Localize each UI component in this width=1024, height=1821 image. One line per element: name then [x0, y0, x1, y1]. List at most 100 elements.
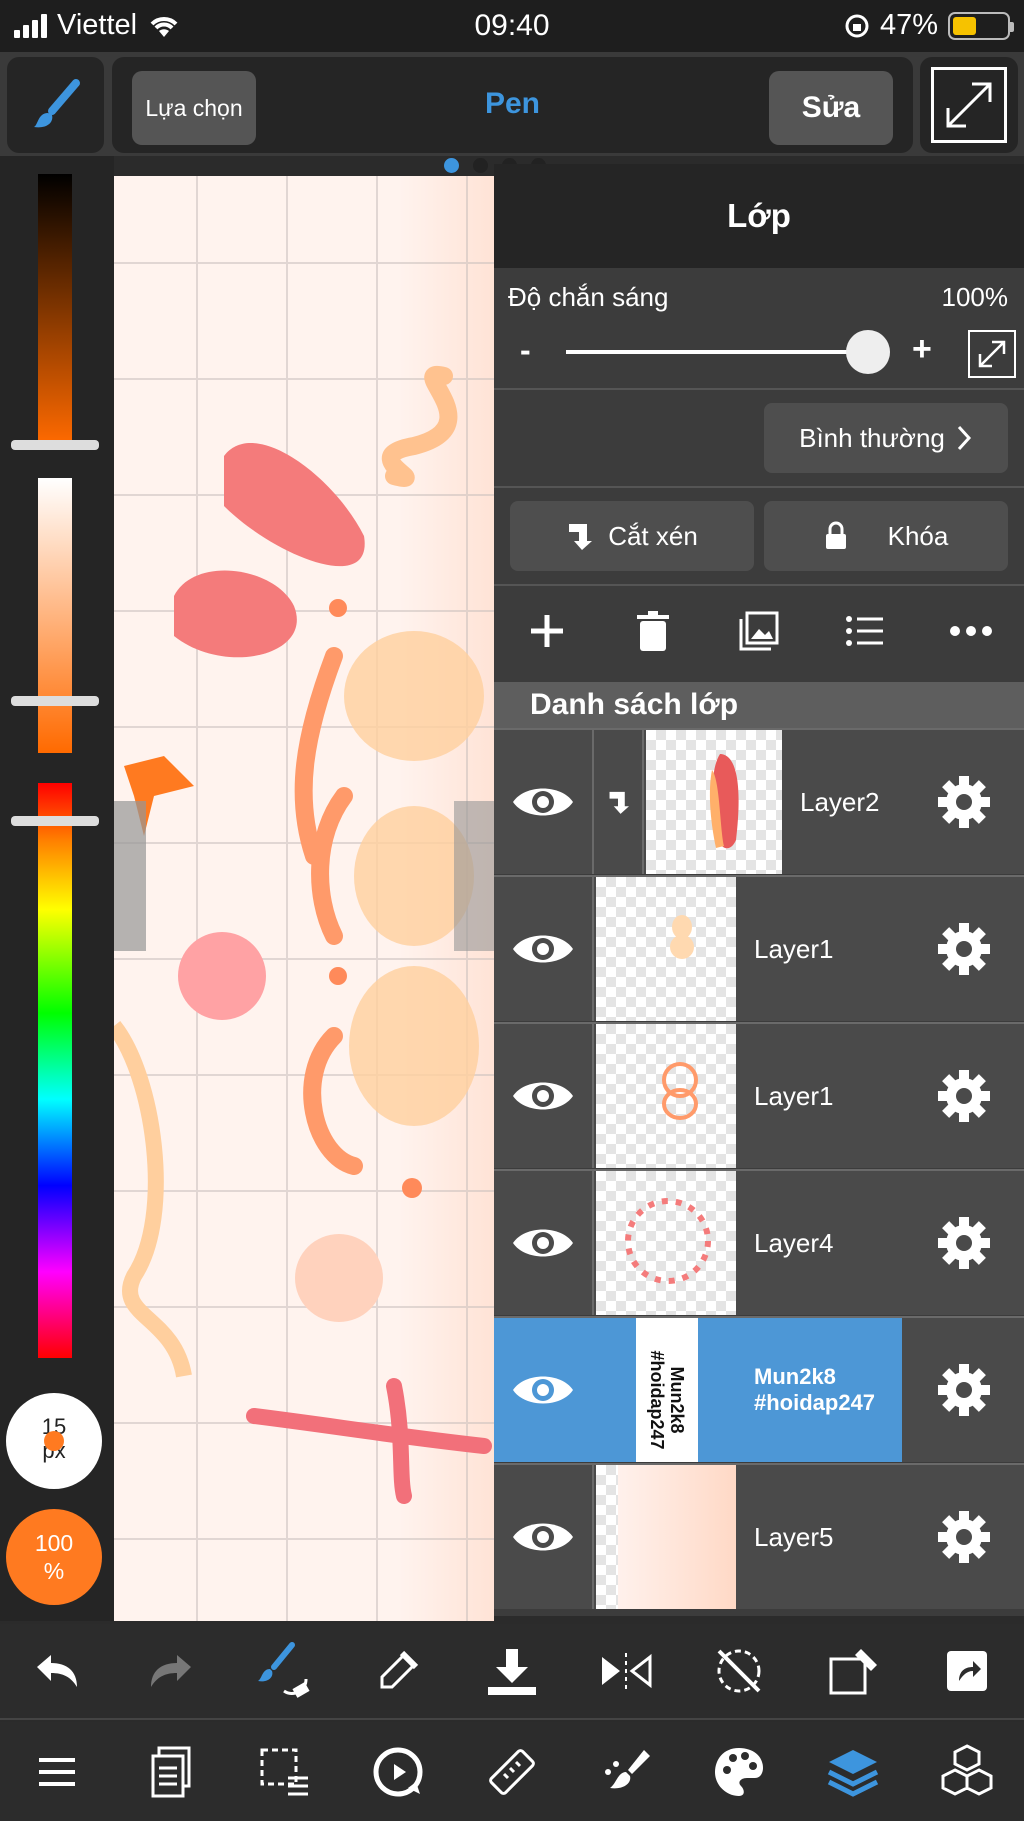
drawing-canvas[interactable] [114, 176, 494, 1621]
layer-settings-button[interactable] [934, 1213, 994, 1273]
undo-button[interactable] [25, 1639, 89, 1703]
layer-visibility-toggle[interactable] [494, 1024, 594, 1168]
chevron-right-icon [957, 425, 971, 451]
selection-button[interactable] [252, 1740, 316, 1804]
layer-visibility-toggle[interactable] [494, 877, 594, 1021]
layer-row[interactable]: Layer5 [494, 1463, 1024, 1609]
eye-icon [513, 1229, 573, 1257]
layer-name: Layer4 [754, 1227, 834, 1258]
gear-icon [938, 1217, 990, 1269]
layer-thumbnail [646, 730, 782, 874]
brightness-slider[interactable] [38, 174, 72, 444]
brush-opacity-button[interactable]: 100 % [6, 1509, 102, 1605]
menu-button[interactable] [25, 1740, 89, 1804]
brush-size-button[interactable]: 15 px [6, 1393, 102, 1489]
more-icon [950, 626, 992, 636]
transform-tool-button[interactable] [366, 1740, 430, 1804]
snap-off-icon [717, 1649, 761, 1693]
battery-percent: 47% [879, 9, 938, 41]
battery-icon [948, 11, 1014, 40]
layer-name: Mun2k8 #hoidap247 [754, 1318, 890, 1462]
layers-panel: Lớp Độ chắn sáng 100% - + Bình thường Cắ… [494, 164, 1024, 1616]
opacity-slider-knob[interactable] [846, 330, 890, 374]
layer-list-button[interactable] [840, 606, 890, 656]
pages-icon [151, 1746, 191, 1797]
layer-settings-button[interactable] [934, 919, 994, 979]
layers-button[interactable] [821, 1740, 885, 1804]
expand-icon[interactable] [968, 330, 1016, 378]
lock-label: Khóa [887, 520, 949, 551]
more-options-button[interactable] [946, 606, 996, 656]
ruler-button[interactable] [480, 1740, 544, 1804]
trash-icon [637, 611, 669, 651]
share-icon [947, 1651, 987, 1691]
saturation-handle[interactable] [11, 696, 99, 706]
layer-settings-button[interactable] [934, 1066, 994, 1126]
plus-icon [531, 615, 563, 647]
layer-visibility-toggle[interactable] [494, 1171, 594, 1315]
layer-row[interactable]: Layer4 [494, 1169, 1024, 1315]
canvas-scroll-handle-left[interactable] [114, 801, 146, 951]
saturation-slider[interactable] [38, 478, 72, 753]
rotate-icon [373, 1747, 423, 1796]
flip-button[interactable] [594, 1639, 658, 1703]
layer-actions-row [494, 586, 1024, 676]
lock-button[interactable]: Khóa [764, 501, 1008, 571]
layer-visibility-toggle[interactable] [494, 1465, 594, 1609]
layer-visibility-toggle[interactable] [494, 730, 594, 874]
color-palette-button[interactable] [707, 1740, 771, 1804]
blend-mode-button[interactable]: Bình thường [764, 403, 1008, 473]
brush-opacity-unit: % [43, 1558, 65, 1584]
orientation-lock-icon [845, 14, 869, 37]
snap-off-button[interactable] [707, 1639, 771, 1703]
hue-handle[interactable] [11, 816, 99, 826]
canvas-scroll-handle-right[interactable] [454, 801, 494, 951]
transform-button[interactable] [821, 1639, 885, 1703]
add-layer-button[interactable] [522, 606, 572, 656]
layer-list-title: Danh sách lớp [494, 682, 1024, 728]
layer-row[interactable]: Layer1 [494, 1022, 1024, 1168]
layer-settings-button[interactable] [934, 772, 994, 832]
tool-options-panel: Lựa chọn Pen Sửa [112, 57, 913, 153]
layer-settings-button[interactable] [934, 1507, 994, 1567]
brush-material-icon [604, 1749, 650, 1788]
edit-button[interactable]: Sửa [769, 71, 893, 145]
eyedropper-button[interactable] [366, 1639, 430, 1703]
pages-button[interactable] [139, 1740, 203, 1804]
hamburger-icon [38, 1757, 75, 1786]
ruler-icon [489, 1748, 535, 1795]
brush-icon [33, 79, 80, 128]
fullscreen-button[interactable] [920, 57, 1018, 153]
hue-slider[interactable] [38, 783, 72, 1358]
delete-layer-button[interactable] [628, 606, 678, 656]
share-button[interactable] [935, 1639, 999, 1703]
layers-icon [828, 1749, 879, 1797]
layer-row[interactable]: Layer1 [494, 875, 1024, 1021]
canvas-artwork [114, 365, 492, 1504]
layer-settings-button[interactable] [934, 1360, 994, 1420]
material-button[interactable] [594, 1740, 658, 1804]
opacity-decrease-button[interactable]: - [520, 332, 531, 369]
layer-thumbnail [596, 1465, 736, 1609]
brightness-handle[interactable] [11, 440, 99, 450]
clip-arrow-icon [569, 524, 593, 550]
redo-icon [150, 1655, 191, 1687]
layer-name: Layer1 [754, 1080, 834, 1111]
clipping-button[interactable]: Cắt xén [510, 501, 754, 571]
redo-button[interactable] [139, 1639, 203, 1703]
import-image-button[interactable] [734, 606, 784, 656]
color-sidebar: 15 px 100 % [0, 156, 114, 1621]
action-toolbar [0, 1624, 1024, 1720]
layer-visibility-toggle[interactable] [494, 1318, 594, 1462]
opacity-increase-button[interactable]: + [912, 330, 932, 369]
layer-name: Layer2 [800, 786, 880, 817]
gear-icon [938, 1070, 990, 1122]
opacity-slider[interactable] [566, 350, 866, 354]
save-button[interactable] [480, 1639, 544, 1703]
3d-model-button[interactable] [935, 1740, 999, 1804]
layer-row-selected[interactable]: Mun2k8 #hoidap247 Mun2k8 #hoidap247 [494, 1316, 1024, 1462]
brush-tool-button[interactable] [7, 57, 104, 153]
brush-eraser-switch-button[interactable] [252, 1639, 316, 1703]
eye-icon [513, 935, 573, 963]
layer-row[interactable]: Layer2 [494, 728, 1024, 874]
